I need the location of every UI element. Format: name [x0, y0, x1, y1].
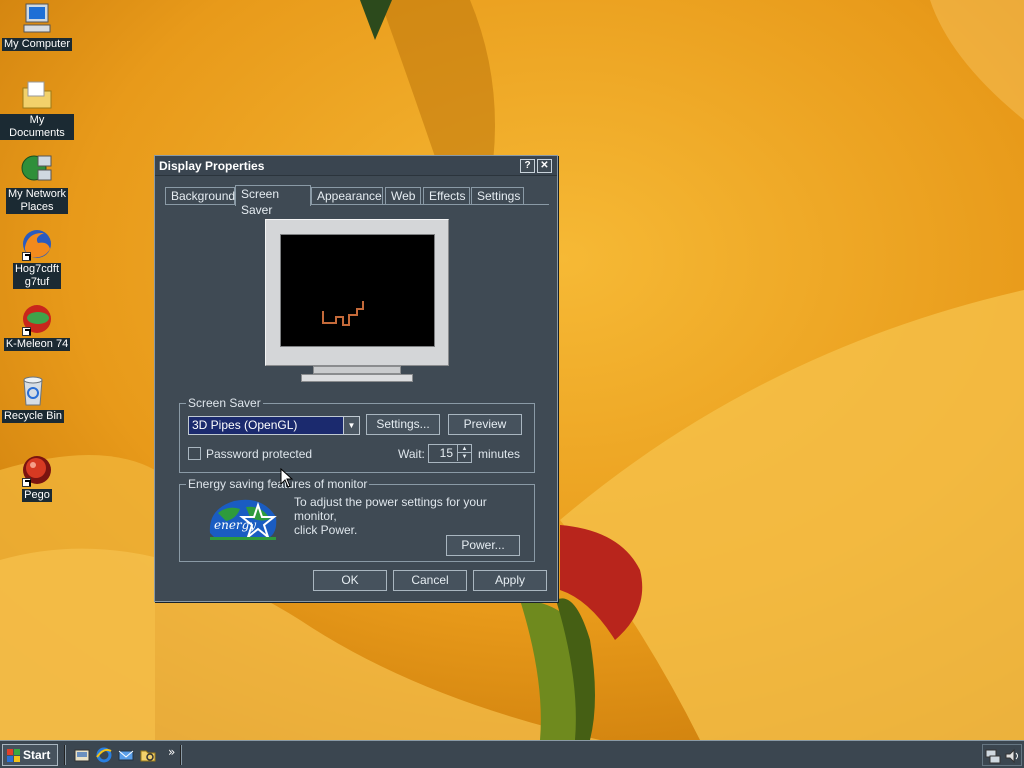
tab-appearance[interactable]: Appearance — [311, 187, 383, 205]
shortcut-arrow-icon — [22, 478, 31, 487]
kmeleon-icon — [20, 302, 54, 336]
energy-star-logo: energy — [206, 495, 280, 541]
taskbar-separator — [64, 745, 66, 765]
recycle-bin-icon — [16, 374, 50, 408]
pipes-preview — [322, 301, 364, 326]
desktop-icon-label: Hog7cdft g7tuf — [12, 263, 62, 289]
apply-button[interactable]: Apply — [473, 570, 547, 591]
spin-up-icon[interactable]: ▲ — [457, 445, 471, 453]
dialog-titlebar[interactable]: Display Properties ? ✕ — [155, 156, 557, 176]
mouse-cursor-icon — [280, 468, 294, 488]
desktop-icon-my-computer[interactable]: My Computer — [0, 2, 74, 51]
desktop-icon-label: My Network Places — [5, 188, 69, 214]
system-tray — [982, 744, 1022, 766]
network-icon — [20, 152, 54, 186]
taskbar-separator — [180, 745, 182, 765]
show-desktop-icon[interactable] — [74, 747, 90, 763]
folder-icon — [20, 78, 54, 112]
power-button[interactable]: Power... — [446, 535, 520, 556]
password-protected-label: Password protected — [206, 447, 313, 461]
tab-screen-saver[interactable]: Screen Saver — [235, 185, 311, 217]
computer-icon — [20, 2, 54, 36]
tab-background[interactable]: Background — [165, 187, 235, 205]
internet-explorer-icon[interactable] — [96, 747, 112, 763]
outlook-express-icon[interactable] — [118, 747, 134, 763]
monitor-preview — [265, 219, 449, 389]
desktop-icon-recycle-bin[interactable]: Recycle Bin — [0, 374, 70, 423]
wait-minutes-stepper[interactable]: 15 ▲ ▼ — [428, 444, 472, 463]
desktop-icon-label: Recycle Bin — [1, 410, 65, 423]
chevron-down-icon[interactable]: ▼ — [343, 417, 359, 434]
desktop-icon-k-meleon[interactable]: K-Meleon 74 — [0, 302, 74, 351]
settings-button[interactable]: Settings... — [366, 414, 440, 435]
windows-explorer-icon[interactable] — [140, 747, 156, 763]
desktop-icon-pego[interactable]: Pego — [0, 453, 74, 502]
preview-button[interactable]: Preview — [448, 414, 522, 435]
cancel-button[interactable]: Cancel — [393, 570, 467, 591]
monitor-bezel — [265, 219, 449, 366]
tab-settings[interactable]: Settings — [471, 187, 524, 205]
shortcut-arrow-icon — [22, 327, 31, 336]
display-properties-dialog: Display Properties ? ✕ Background Screen… — [154, 155, 558, 602]
energy-description: To adjust the power settings for your mo… — [294, 495, 487, 537]
screen-saver-group-title: Screen Saver — [186, 396, 263, 410]
minutes-label: minutes — [478, 447, 521, 461]
start-button[interactable]: Start — [2, 744, 58, 766]
help-button[interactable]: ? — [520, 159, 535, 173]
screen-saver-tab-panel: Screen Saver 3D Pipes (OpenGL) ▼ Setting… — [165, 204, 549, 562]
desktop-icon-my-documents[interactable]: My Documents — [0, 78, 74, 140]
screen-saver-group: Screen Saver 3D Pipes (OpenGL) ▼ Setting… — [179, 396, 535, 473]
ok-button[interactable]: OK — [313, 570, 387, 591]
windows-logo-icon — [7, 749, 20, 762]
tab-effects[interactable]: Effects — [423, 187, 470, 205]
monitor-stand-base — [301, 374, 413, 382]
monitor-stand-neck — [313, 366, 401, 374]
energy-logo-text: energy — [214, 518, 256, 532]
spin-down-icon[interactable]: ▼ — [457, 453, 471, 461]
wait-label: Wait: — [398, 447, 425, 461]
preview-screen — [280, 234, 435, 347]
dialog-title: Display Properties — [159, 159, 265, 173]
firefox-icon — [20, 227, 54, 261]
shortcut-arrow-icon — [22, 252, 31, 261]
quick-launch-chevron[interactable]: » — [168, 745, 175, 759]
screen-saver-select[interactable]: 3D Pipes (OpenGL) ▼ — [188, 416, 360, 435]
wait-value: 15 — [439, 446, 453, 460]
energy-saving-group: Energy saving features of monitor energy… — [179, 477, 535, 562]
password-protected-checkbox[interactable] — [188, 447, 201, 460]
taskbar: Start » — [0, 740, 1024, 768]
tab-web[interactable]: Web — [385, 187, 421, 205]
desktop-icon-label: K-Meleon 74 — [3, 338, 71, 351]
close-button[interactable]: ✕ — [537, 159, 552, 173]
desktop-icon-firefox[interactable]: Hog7cdft g7tuf — [0, 227, 74, 289]
desktop-icon-label: My Documents — [0, 114, 74, 140]
desktop-icon-my-network-places[interactable]: My Network Places — [0, 152, 74, 214]
network-tray-icon[interactable] — [985, 748, 1001, 764]
desktop-icon-label: Pego — [22, 489, 52, 502]
energy-saving-group-title: Energy saving features of monitor — [186, 477, 370, 491]
start-label: Start — [23, 748, 51, 762]
screen-saver-selected-value: 3D Pipes (OpenGL) — [192, 418, 298, 432]
pego-icon — [20, 453, 54, 487]
desktop-icon-label: My Computer — [1, 38, 73, 51]
volume-tray-icon[interactable] — [1004, 748, 1020, 764]
